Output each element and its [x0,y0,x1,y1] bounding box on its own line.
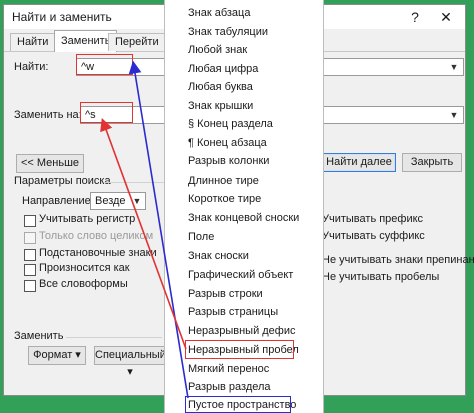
red-arrow [100,117,187,350]
annotation-arrows [100,60,189,399]
blue-arrow [128,60,189,399]
